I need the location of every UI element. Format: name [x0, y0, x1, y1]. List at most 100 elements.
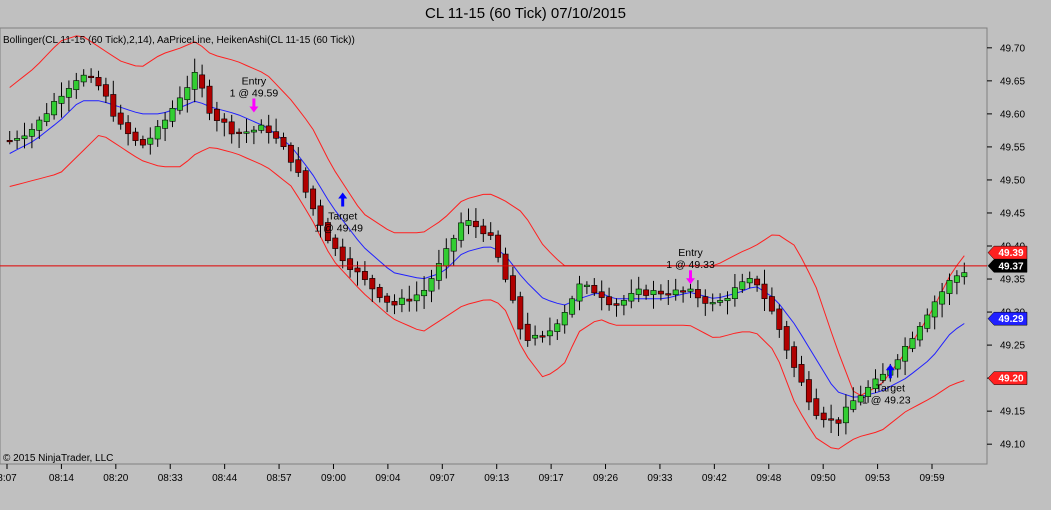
copyright-label: © 2015 NinjaTrader, LLC [3, 453, 113, 464]
candle-body [746, 278, 753, 284]
candle-body [657, 290, 664, 295]
candle-body [532, 334, 539, 339]
x-tick-label: 09:07 [430, 473, 455, 484]
candle-body [354, 267, 361, 273]
target-price-label: 1 @ 49.49 [314, 223, 363, 235]
candle-body [413, 294, 420, 302]
candle-body [398, 297, 405, 305]
candle-body [51, 101, 58, 116]
candle-body [384, 295, 391, 303]
candle-body [472, 220, 479, 228]
candle-body [450, 238, 457, 252]
candle-body [842, 406, 849, 424]
candle-body [206, 85, 213, 114]
candle-body [820, 412, 827, 421]
bear-candle [495, 230, 502, 263]
candle-body [524, 323, 531, 341]
candle-body [221, 118, 228, 123]
candle-body [169, 107, 176, 122]
candle-body [443, 248, 450, 267]
candle-body [776, 308, 783, 330]
candle-body [28, 129, 35, 137]
candle-body [672, 289, 679, 296]
entry-label: Entry [242, 75, 267, 87]
candle-body [650, 290, 657, 295]
candle-body [421, 289, 428, 297]
candle-body [953, 275, 960, 283]
candle-body [465, 220, 472, 226]
candle-body [147, 137, 154, 145]
candle-body [583, 284, 590, 287]
candle-body [709, 302, 716, 305]
candle-body [724, 298, 731, 302]
candle-body [694, 289, 701, 299]
candle-body [213, 108, 220, 121]
x-tick-label: 09:17 [539, 473, 564, 484]
x-tick-label: 8:07 [0, 473, 17, 484]
candle-body [791, 346, 798, 368]
candle-body [295, 159, 302, 173]
x-tick-label: 09:59 [919, 473, 944, 484]
candle-body [250, 129, 257, 133]
candle-body [502, 253, 509, 280]
candle-body [620, 300, 627, 306]
candle-body [909, 338, 916, 349]
candle-body [569, 298, 576, 315]
candle-body [731, 287, 738, 299]
candle-body [879, 373, 886, 381]
price-box-label: 49.20 [998, 374, 1023, 385]
candle-body [280, 137, 287, 147]
candle-body [591, 285, 598, 294]
candle-body [768, 296, 775, 312]
candle-body [554, 323, 561, 332]
candle-body [902, 346, 909, 362]
indicator-label: Bollinger(CL 11-15 (60 Tick),2,14), AaPr… [3, 35, 355, 46]
candle-body [739, 281, 746, 290]
candle-body [102, 84, 109, 97]
y-tick-label: 49.60 [1000, 109, 1025, 120]
candle-body [480, 225, 487, 235]
candle-body [125, 122, 132, 135]
entry-price-label: 1 @ 49.33 [666, 259, 715, 271]
candle-body [946, 280, 953, 294]
candle-body [6, 140, 13, 143]
price-box-label: 49.29 [998, 314, 1023, 325]
candle-body [783, 326, 790, 351]
candle-body [761, 283, 768, 299]
candle-body [702, 296, 709, 304]
candle-body [184, 87, 191, 101]
candle-body [302, 170, 309, 193]
y-tick-label: 49.10 [1000, 440, 1025, 451]
candle-body [931, 301, 938, 318]
x-tick-label: 09:00 [321, 473, 346, 484]
x-tick-label: 09:13 [484, 473, 509, 484]
candle-body [576, 283, 583, 302]
candle-body [191, 72, 198, 90]
candle-body [835, 419, 842, 424]
candle-body [339, 246, 346, 262]
price-markers: 49.39 49.37 49.29 49.20 [987, 245, 1028, 385]
candle-body [813, 398, 820, 416]
price-box-label: 49.37 [998, 261, 1023, 272]
candle-body [36, 119, 43, 131]
entry-price-label: 1 @ 49.59 [230, 87, 279, 99]
candle-body [680, 290, 687, 293]
candle-body [369, 278, 376, 290]
candle-body [391, 301, 398, 306]
candle-body [43, 113, 50, 122]
candle-body [176, 97, 183, 111]
x-tick-label: 08:44 [212, 473, 237, 484]
candle-body [139, 139, 146, 146]
candle-body [924, 314, 931, 329]
candlestick-chart[interactable]: Entry1 @ 49.59Target1 @ 49.49Entry1 @ 49… [0, 0, 1051, 510]
candle-body [517, 296, 524, 330]
candle-body [236, 131, 243, 134]
candle-body [243, 131, 250, 134]
candle-body [961, 272, 968, 278]
price-box: 49.39 [987, 245, 1028, 260]
candle-body [665, 293, 672, 296]
candle-body [495, 234, 502, 258]
candle-body [687, 288, 694, 292]
bull-candle [569, 295, 576, 318]
candle-body [88, 75, 95, 78]
